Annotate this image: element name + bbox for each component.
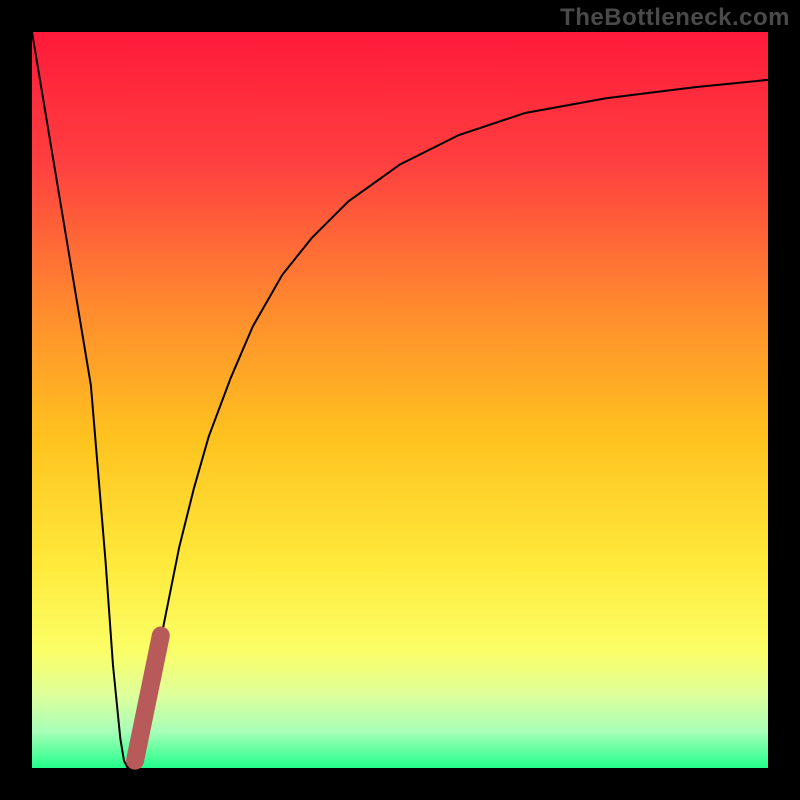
chart-svg — [0, 0, 800, 800]
plot-background — [32, 32, 768, 768]
chart-frame: TheBottleneck.com — [0, 0, 800, 800]
